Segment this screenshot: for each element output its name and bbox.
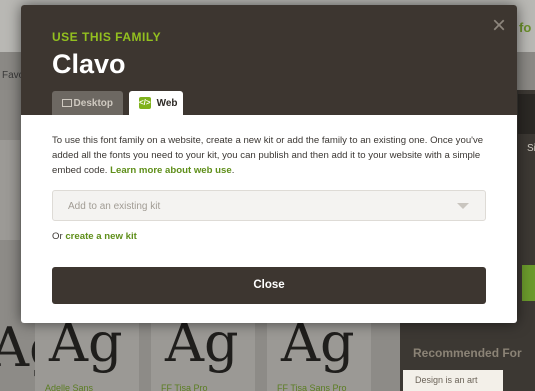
font-family-title: Clavo <box>52 49 126 79</box>
create-new-kit-link[interactable]: create a new kit <box>65 231 136 242</box>
or-label: Or <box>52 231 63 242</box>
web-embed-icon: </> <box>139 97 151 109</box>
kit-select-placeholder: Add to an existing kit <box>68 201 161 212</box>
close-button[interactable]: Close <box>52 267 486 304</box>
tab-label: Desktop <box>73 97 113 109</box>
tab-web[interactable]: </> Web <box>129 91 183 115</box>
close-icon[interactable]: × <box>489 14 509 38</box>
web-use-description: To use this font family on a website, cr… <box>52 133 492 178</box>
dialog-eyebrow: USE THIS FAMILY <box>52 30 162 44</box>
dialog-header: USE THIS FAMILY Clavo × Desktop </> Web <box>21 5 517 115</box>
use-family-dialog: USE THIS FAMILY Clavo × Desktop </> Web … <box>21 5 517 323</box>
tab-bar: Desktop </> Web <box>52 91 183 115</box>
create-kit-line: Or create a new kit <box>52 231 137 242</box>
modal-overlay: USE THIS FAMILY Clavo × Desktop </> Web … <box>0 0 535 391</box>
description-period: . <box>231 165 235 176</box>
tab-label: Web <box>156 97 178 109</box>
learn-more-link[interactable]: Learn more about web use <box>110 165 232 176</box>
tab-desktop[interactable]: Desktop <box>52 91 123 115</box>
chevron-down-icon <box>457 203 469 209</box>
existing-kit-select[interactable]: Add to an existing kit <box>52 190 486 221</box>
monitor-icon <box>62 98 72 108</box>
